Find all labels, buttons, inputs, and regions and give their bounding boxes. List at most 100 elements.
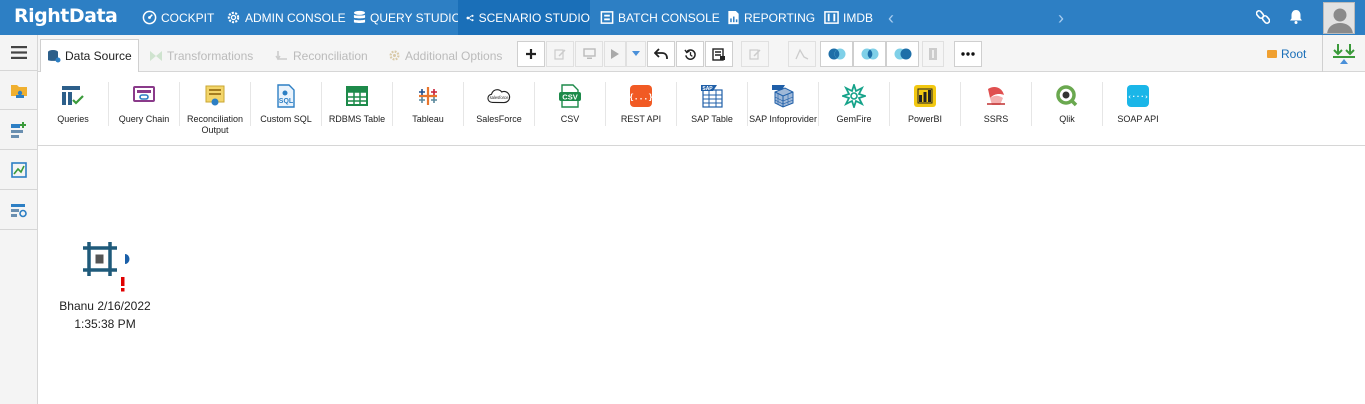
join-right-button[interactable] — [886, 41, 919, 67]
root-folder-button[interactable]: Root — [1267, 39, 1306, 69]
properties-button[interactable] — [705, 41, 733, 67]
user-avatar[interactable] — [1323, 2, 1355, 34]
source-rest-api[interactable]: {...} REST API — [606, 80, 676, 125]
cockpit-icon — [142, 10, 157, 25]
tableau-icon — [419, 87, 437, 105]
nav-label: BATCH CONSOLE — [618, 10, 720, 25]
source-csv[interactable]: CSV CSV — [535, 80, 605, 125]
source-salesforce[interactable]: salesforce SalesForce — [464, 80, 534, 125]
link-icon[interactable] — [1256, 9, 1270, 25]
nav-label: ADMIN CONSOLE — [245, 10, 346, 25]
source-label: Query Chain — [118, 114, 170, 124]
history-button[interactable] — [676, 41, 704, 67]
join-left-button[interactable] — [820, 41, 853, 67]
layout-gear-icon — [11, 203, 27, 217]
edit-button[interactable] — [546, 41, 574, 67]
ellipsis-icon — [961, 52, 975, 56]
reconciliation-output-icon — [205, 85, 225, 106]
source-label: GemFire — [836, 114, 872, 124]
tab-label: Transformations — [167, 48, 254, 63]
imdb-icon — [824, 11, 839, 24]
venn-right-icon — [894, 48, 911, 60]
tab-reconciliation[interactable]: Reconciliation — [275, 39, 368, 72]
undo-icon — [654, 48, 668, 59]
left-rail — [0, 35, 38, 404]
source-label: Reconciliation Output — [186, 114, 244, 135]
rail-open-scenario-button[interactable] — [0, 71, 38, 110]
more-options-button[interactable] — [954, 41, 982, 67]
source-tableau[interactable]: Tableau — [393, 80, 463, 125]
preview-button[interactable] — [575, 41, 603, 67]
hamburger-icon — [11, 46, 27, 59]
rail-add-scenario-button[interactable] — [0, 110, 38, 150]
source-sap-table[interactable]: SAP SAP Table — [677, 80, 747, 125]
nav-imdb[interactable]: IMDB — [824, 0, 873, 35]
split-button[interactable] — [922, 41, 944, 67]
nav-cockpit[interactable]: COCKPIT — [142, 0, 214, 35]
join-inner-button[interactable] — [853, 41, 886, 67]
database-icon — [353, 10, 366, 23]
csv-icon-text: CSV — [562, 93, 577, 102]
tab-data-source[interactable]: Data Source — [40, 39, 139, 72]
source-soap-api[interactable]: ‹···› SOAP API — [1103, 80, 1173, 125]
data-source-icon — [48, 50, 61, 63]
rail-settings-button[interactable] — [0, 190, 38, 230]
custom-sql-icon: SQL — [277, 84, 295, 108]
expand-collapse-button[interactable] — [1322, 35, 1365, 72]
source-label: SalesForce — [476, 114, 522, 124]
edit-details-button[interactable] — [741, 41, 769, 67]
nav-scroll-left-icon[interactable]: ‹ — [888, 8, 894, 29]
run-options-dropdown[interactable] — [626, 41, 646, 67]
source-powerbi[interactable]: PowerBI — [890, 80, 960, 125]
nav-label: QUERY STUDIO — [370, 10, 461, 25]
rail-chart-button[interactable] — [0, 150, 38, 190]
source-qlik[interactable]: Qlik — [1032, 80, 1102, 125]
run-button[interactable] — [604, 41, 626, 67]
rdbms-table-icon — [346, 86, 368, 106]
nav-batch-console[interactable]: BATCH CONSOLE — [600, 0, 720, 35]
canvas-node-query[interactable] — [81, 239, 131, 295]
undo-button[interactable] — [647, 41, 675, 67]
qlik-icon — [1056, 85, 1078, 107]
transform-icon — [150, 50, 162, 61]
scenario-canvas[interactable] — [38, 146, 1365, 404]
add-layout-icon — [11, 121, 26, 138]
source-gemfire[interactable]: GemFire — [819, 80, 889, 125]
source-label: SOAP API — [1117, 114, 1159, 124]
source-label: CSV — [560, 114, 580, 124]
monitor-icon — [582, 48, 596, 59]
plus-icon — [526, 49, 536, 59]
reconciliation-icon — [275, 50, 287, 60]
report-icon — [728, 10, 739, 25]
add-button[interactable] — [517, 41, 545, 67]
nav-query-studio[interactable]: QUERY STUDIO — [353, 0, 461, 35]
nav-scroll-right-icon[interactable]: › — [1058, 8, 1064, 29]
batch-icon — [600, 11, 614, 24]
chart-view-button[interactable] — [788, 41, 816, 67]
source-label: Custom SQL — [260, 114, 312, 124]
source-ssrs[interactable]: SSRS — [961, 80, 1031, 125]
query-chain-icon — [133, 86, 155, 102]
sql-icon-text: SQL — [279, 98, 294, 105]
source-query-chain[interactable]: Query Chain — [109, 80, 179, 125]
menu-toggle-button[interactable] — [0, 35, 38, 71]
root-label: Root — [1281, 47, 1307, 61]
nav-reporting[interactable]: REPORTING — [727, 0, 815, 35]
csv-file-icon: CSV — [559, 84, 581, 108]
venn-left-icon — [828, 48, 845, 60]
scenario-toolbar: Data Source Transformations Reconciliati… — [38, 35, 1365, 72]
bell-icon[interactable] — [1289, 9, 1303, 25]
source-rdbms-table[interactable]: RDBMS Table — [322, 80, 392, 125]
tab-additional-options[interactable]: Additional Options — [388, 39, 502, 72]
chevron-down-icon — [632, 51, 640, 56]
source-custom-sql[interactable]: SQL Custom SQL — [251, 80, 321, 125]
nav-admin-console[interactable]: ADMIN CONSOLE — [226, 0, 346, 35]
nav-scenario-studio[interactable]: SCENARIO STUDIO — [458, 0, 590, 35]
rightdata-logo[interactable]: RightData — [14, 5, 118, 27]
cog-icon — [389, 50, 400, 61]
source-reconciliation-output[interactable]: Reconciliation Output — [180, 80, 250, 136]
tab-transformations[interactable]: Transformations — [149, 39, 253, 72]
nav-label: SCENARIO STUDIO — [478, 10, 590, 25]
source-queries[interactable]: Queries — [38, 80, 108, 125]
source-sap-infoprovider[interactable]: SAP Infoprovider — [748, 80, 818, 125]
